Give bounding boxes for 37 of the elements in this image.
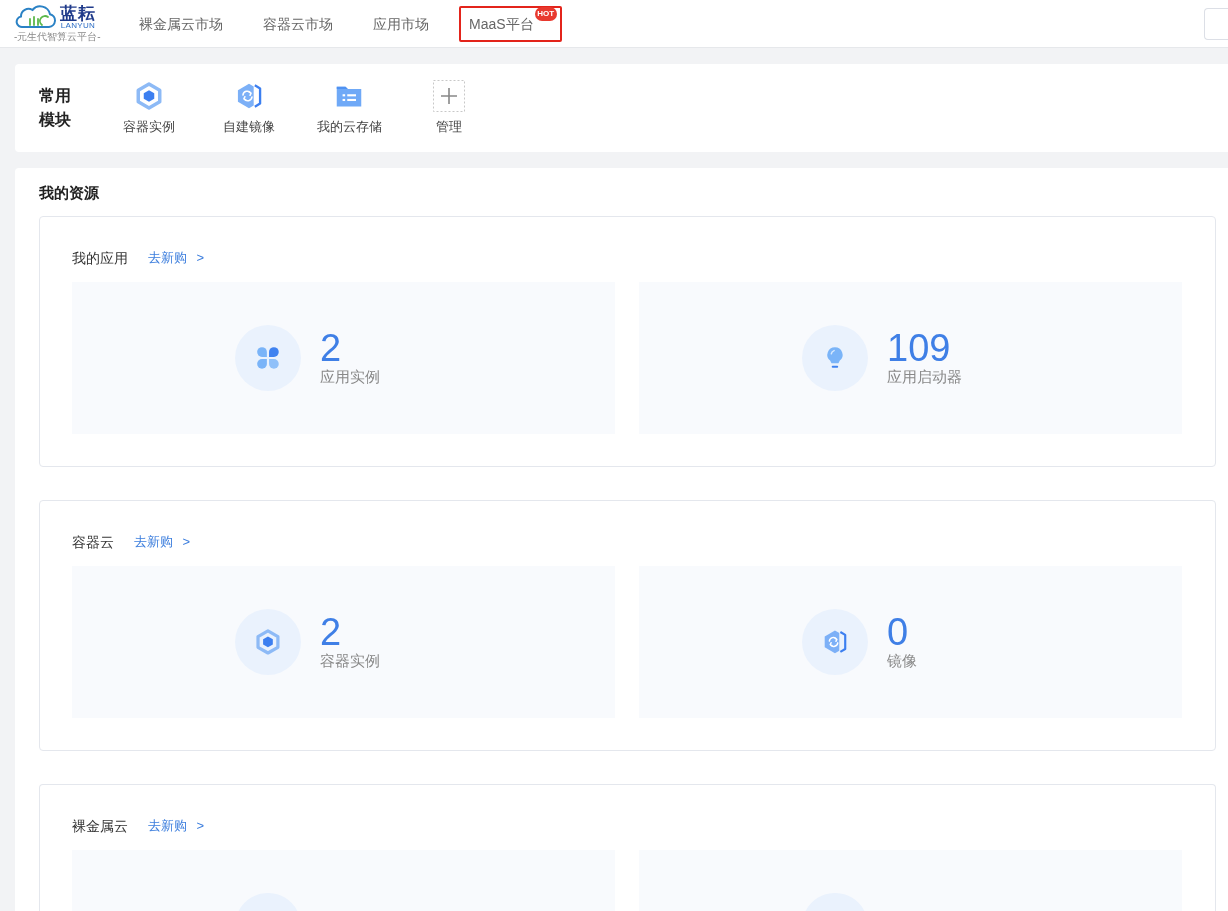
hot-badge: HOT [534, 6, 557, 21]
search-field[interactable] [1204, 7, 1228, 40]
logo-subtitle: LANYUN [60, 21, 96, 30]
lightbulb-icon [802, 325, 868, 391]
cloud-logo-icon [14, 4, 58, 29]
buy-link[interactable]: 去新购 > [134, 532, 191, 552]
module-shortcut[interactable]: 管理 [399, 80, 499, 136]
nav-link[interactable]: MaaS平台 HOT [459, 5, 562, 42]
clover-icon [235, 325, 301, 391]
hexagon-cube-icon [235, 609, 301, 675]
section-title: 我的应用 [72, 249, 128, 268]
resources-title: 我的资源 [39, 183, 100, 203]
nav-link[interactable]: 应用市场 [363, 5, 439, 42]
plus-icon [433, 80, 465, 112]
logo-tagline: -元生代智算云平台- [14, 30, 101, 43]
stat-value: 2 [320, 329, 343, 367]
nav-link[interactable]: 裸金属云市场 [129, 5, 233, 42]
section-title: 裸金属云 [72, 817, 128, 836]
hexagon-arrows-icon [235, 82, 263, 110]
stat-label: 应用实例 [320, 367, 380, 387]
section-title: 容器云 [72, 533, 114, 552]
quick-modules-title: 常用模块 [39, 86, 71, 130]
hexagon-cube-icon [135, 82, 163, 110]
module-shortcut[interactable]: 容器实例 [99, 80, 199, 136]
stat-value: 0 [887, 613, 910, 651]
buy-link[interactable]: 去新购 > [148, 248, 205, 268]
buy-link[interactable]: 去新购 > [148, 816, 205, 836]
stat-label: 镜像 [887, 651, 917, 671]
nav-link[interactable]: 容器云市场 [253, 5, 343, 42]
stat-label: 容器实例 [320, 651, 380, 671]
module-shortcut[interactable]: 自建镜像 [199, 80, 299, 136]
hexagon-arrows-icon [802, 609, 868, 675]
stat-label: 应用启动器 [887, 367, 962, 387]
module-shortcut[interactable]: 我的云存储 [299, 80, 399, 136]
logo-title: 蓝耘 [60, 4, 96, 22]
stat-value: 109 [887, 329, 952, 367]
stat-value: 2 [320, 613, 343, 651]
